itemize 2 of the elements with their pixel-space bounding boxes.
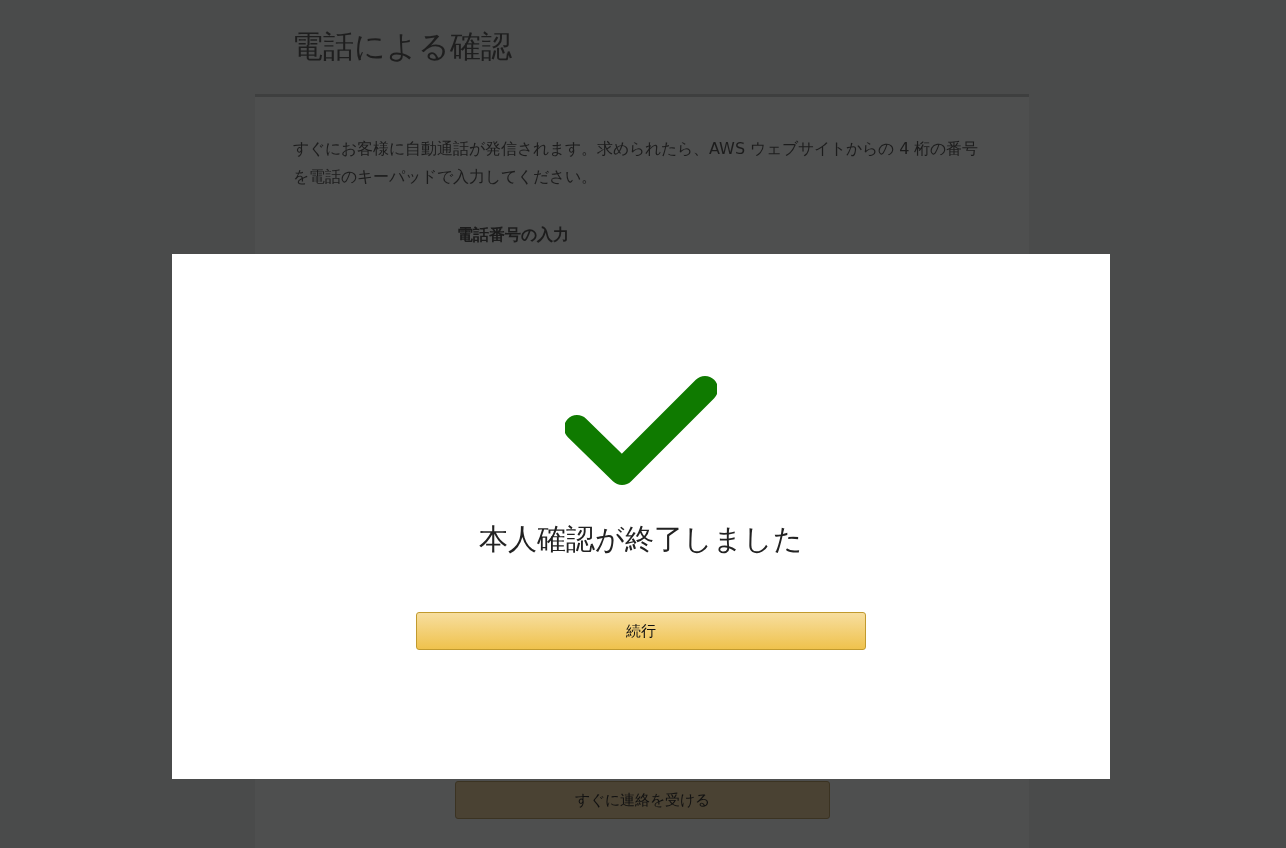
continue-button[interactable]: 続行 <box>416 612 866 650</box>
success-message: 本人確認が終了しました <box>479 521 803 558</box>
